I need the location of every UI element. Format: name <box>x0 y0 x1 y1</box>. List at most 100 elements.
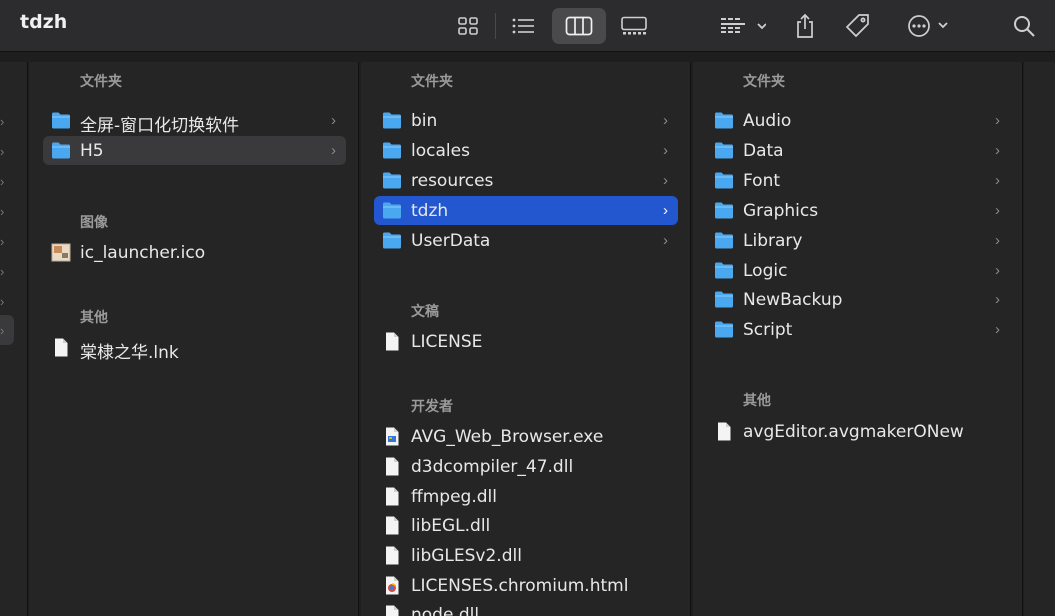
gallery-view-button[interactable] <box>614 8 654 44</box>
list-item-file[interactable]: node.dll <box>374 600 678 616</box>
list-item-folder[interactable]: Logic › <box>706 256 1010 285</box>
list-item-folder[interactable]: Library › <box>706 226 1010 255</box>
chevron-right-icon: › <box>0 323 5 338</box>
item-label: tdzh <box>411 201 449 221</box>
section-header-folders: 文件夹 <box>411 74 453 90</box>
chevron-right-icon: › <box>0 234 5 249</box>
folder-icon <box>383 232 401 249</box>
list-item-file[interactable]: 棠棣之华.lnk <box>43 333 346 363</box>
folder-icon <box>383 202 401 219</box>
chevron-right-icon: › <box>995 172 1000 189</box>
previous-column-edge[interactable]: › › › › › › › › <box>0 62 28 616</box>
item-label: LICENSE <box>411 332 483 352</box>
list-item-folder[interactable]: 全屏-窗口化切换软件 › <box>43 106 346 136</box>
chevron-right-icon: › <box>995 142 1000 159</box>
column-3: 文件夹 Audio › Data › Font › Graphics › Lib… <box>693 62 1023 616</box>
item-label: 棠棣之华.lnk <box>80 343 179 363</box>
column-2: 文件夹 bin › locales › resources › tdzh › U… <box>361 62 691 616</box>
list-item-file[interactable]: AVG_Web_Browser.exe <box>374 422 678 451</box>
chevron-right-icon: › <box>995 112 1000 129</box>
section-header-developer: 开发者 <box>411 399 453 415</box>
toolbar-divider <box>495 13 496 39</box>
list-item-folder[interactable]: Script › <box>706 315 1010 344</box>
tag-button[interactable] <box>840 8 876 44</box>
list-item-file[interactable]: LICENSES.chromium.html <box>374 571 678 600</box>
folder-icon <box>715 232 733 249</box>
item-label: H5 <box>80 141 104 161</box>
search-icon <box>1014 16 1035 37</box>
item-label: Logic <box>743 261 788 281</box>
chevron-right-icon: › <box>663 142 668 159</box>
list-item-folder[interactable]: H5 › <box>43 136 346 165</box>
item-label: node.dll <box>411 605 480 616</box>
item-label: AVG_Web_Browser.exe <box>411 427 604 447</box>
chevron-right-icon: › <box>663 172 668 189</box>
image-file-icon <box>51 243 71 262</box>
item-label: Script <box>743 320 793 340</box>
chevron-right-icon: › <box>331 142 336 159</box>
chevron-right-icon: › <box>663 112 668 129</box>
list-item-folder[interactable]: Data › <box>706 136 1010 165</box>
icon-view-button[interactable] <box>450 8 486 44</box>
column-view-icon <box>565 16 593 36</box>
list-item-folder[interactable]: Audio › <box>706 106 1010 135</box>
chevron-right-icon: › <box>995 262 1000 279</box>
item-label: resources <box>411 171 494 191</box>
folder-icon <box>383 172 401 189</box>
item-label: Library <box>743 231 803 251</box>
section-header-images: 图像 <box>80 215 108 231</box>
list-item-file[interactable]: ic_launcher.ico <box>43 238 346 267</box>
chevron-right-icon: › <box>0 264 5 279</box>
section-header-other: 其他 <box>743 393 771 409</box>
list-item-folder[interactable]: NewBackup › <box>706 285 1010 314</box>
more-actions-button[interactable] <box>898 8 954 44</box>
folder-icon <box>715 112 733 129</box>
item-label: Graphics <box>743 201 819 221</box>
list-item-file[interactable]: libGLESv2.dll <box>374 541 678 570</box>
chevron-right-icon: › <box>995 202 1000 219</box>
tag-icon <box>845 14 869 38</box>
section-header-other: 其他 <box>80 310 108 326</box>
folder-icon <box>52 112 70 129</box>
item-label: Audio <box>743 111 792 131</box>
item-label: libGLESv2.dll <box>411 546 522 566</box>
list-item-folder[interactable]: Graphics › <box>706 196 1010 225</box>
list-item-file[interactable]: libEGL.dll <box>374 511 678 540</box>
list-item-folder[interactable]: resources › <box>374 166 678 195</box>
folder-icon <box>715 321 733 338</box>
item-label: UserData <box>411 231 491 251</box>
search-button[interactable] <box>1006 8 1042 44</box>
document-icon <box>386 546 399 565</box>
item-label: LICENSES.chromium.html <box>411 576 629 596</box>
list-item-file[interactable]: ffmpeg.dll <box>374 482 678 511</box>
item-label: bin <box>411 111 438 131</box>
chevron-right-icon: › <box>0 174 5 189</box>
list-item-folder[interactable]: bin › <box>374 106 678 135</box>
folder-icon <box>715 202 733 219</box>
document-icon <box>386 332 399 351</box>
list-item-folder[interactable]: locales › <box>374 136 678 165</box>
item-label: d3dcompiler_47.dll <box>411 457 574 477</box>
chevron-right-icon: › <box>0 114 5 129</box>
share-button[interactable] <box>787 8 823 44</box>
folder-icon <box>715 262 733 279</box>
gallery-view-icon <box>621 16 647 35</box>
chevron-right-icon: › <box>0 144 5 159</box>
list-item-file[interactable]: LICENSE <box>374 327 678 356</box>
document-icon <box>55 338 68 357</box>
list-item-file[interactable]: avgEditor.avgmakerONew <box>706 417 1010 446</box>
list-item-folder[interactable]: Font › <box>706 166 1010 195</box>
list-view-button[interactable] <box>504 8 542 44</box>
list-item-folder[interactable]: UserData › <box>374 226 678 255</box>
list-item-folder[interactable]: tdzh › <box>374 196 678 225</box>
folder-icon <box>52 142 70 159</box>
item-label: ffmpeg.dll <box>411 487 497 507</box>
item-label: locales <box>411 141 470 161</box>
group-by-button[interactable] <box>712 8 770 44</box>
column-view-button[interactable] <box>552 8 606 44</box>
section-header-folders: 文件夹 <box>80 74 122 90</box>
toolbar: tdzh <box>0 0 1055 52</box>
list-item-file[interactable]: d3dcompiler_47.dll <box>374 452 678 481</box>
icon-view-icon <box>458 17 478 35</box>
folder-icon <box>715 172 733 189</box>
